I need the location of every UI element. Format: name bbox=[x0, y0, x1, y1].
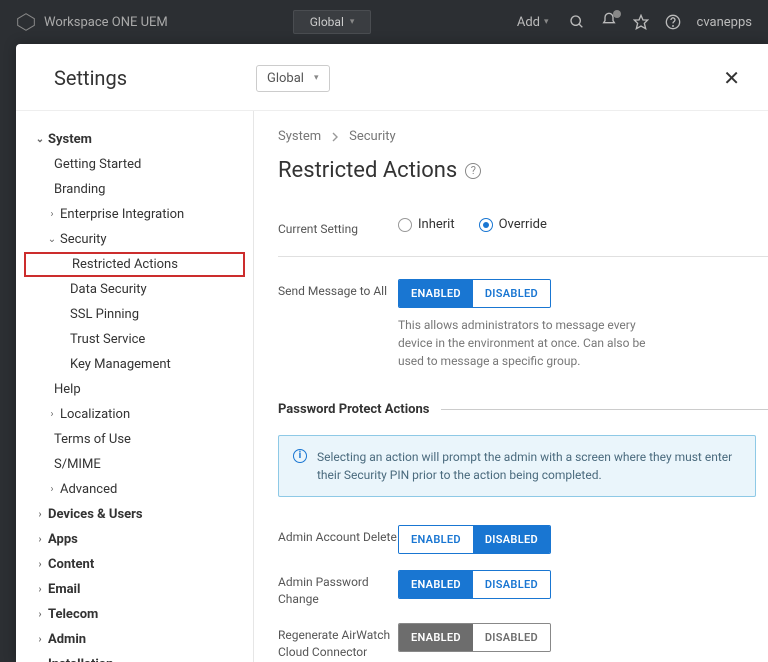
sidebar-item-advanced[interactable]: ›Advanced bbox=[24, 477, 245, 502]
topbar-org-group-label: Global bbox=[310, 15, 344, 29]
toggle-disabled[interactable]: DISABLED bbox=[473, 624, 550, 651]
send-message-all-toggle[interactable]: ENABLED DISABLED bbox=[398, 279, 551, 308]
topbar-org-group-dropdown[interactable]: Global ▾ bbox=[293, 10, 372, 34]
search-icon[interactable] bbox=[569, 14, 585, 30]
sidebar-item-smime[interactable]: S/MIME bbox=[24, 452, 245, 477]
chevron-down-icon: ▾ bbox=[314, 73, 319, 83]
sidebar-item-data-security[interactable]: Data Security bbox=[24, 277, 245, 302]
chevron-down-icon: ▾ bbox=[544, 17, 549, 27]
toggle-disabled[interactable]: DISABLED bbox=[473, 571, 550, 598]
admin-password-change-toggle[interactable]: ENABLED DISABLED bbox=[398, 570, 551, 599]
sidebar-item-devices-users[interactable]: ›Devices & Users bbox=[24, 502, 245, 527]
modal-title: Settings bbox=[54, 66, 234, 90]
current-user-label[interactable]: cvanepps bbox=[697, 15, 752, 30]
breadcrumb-security[interactable]: Security bbox=[349, 129, 396, 144]
regenerate-cert-toggle[interactable]: ENABLED DISABLED bbox=[398, 623, 551, 652]
sidebar-item-apps[interactable]: ›Apps bbox=[24, 527, 245, 552]
app-topbar: Workspace ONE UEM Global ▾ Add ▾ cvanepp… bbox=[0, 0, 768, 44]
sidebar-item-ssl-pinning[interactable]: SSL Pinning bbox=[24, 302, 245, 327]
regenerate-cert-row: Regenerate AirWatch Cloud Connector Cert… bbox=[278, 615, 768, 662]
sidebar-item-getting-started[interactable]: Getting Started bbox=[24, 152, 245, 177]
chevron-right-icon: › bbox=[34, 584, 46, 595]
sidebar-item-enterprise-integration[interactable]: ›Enterprise Integration bbox=[24, 202, 245, 227]
workspace-one-logo-icon bbox=[16, 12, 36, 32]
info-text: Selecting an action will prompt the admi… bbox=[317, 448, 741, 484]
product-name: Workspace ONE UEM bbox=[44, 15, 168, 30]
radio-override[interactable]: Override bbox=[479, 217, 547, 232]
chevron-right-icon: › bbox=[34, 534, 46, 545]
settings-sidebar: ⌄System Getting Started Branding ›Enterp… bbox=[16, 111, 254, 662]
page-title: Restricted Actions ? bbox=[278, 158, 768, 183]
toggle-enabled[interactable]: ENABLED bbox=[399, 624, 473, 651]
notifications-icon[interactable] bbox=[601, 12, 617, 32]
radio-inherit[interactable]: Inherit bbox=[398, 217, 455, 232]
sidebar-item-admin[interactable]: ›Admin bbox=[24, 627, 245, 652]
sidebar-item-security[interactable]: ⌄Security bbox=[24, 227, 245, 252]
sidebar-item-terms-of-use[interactable]: Terms of Use bbox=[24, 427, 245, 452]
sidebar-item-telecom[interactable]: ›Telecom bbox=[24, 602, 245, 627]
admin-account-delete-row: Admin Account Delete ENABLED DISABLED bbox=[278, 517, 768, 562]
star-icon[interactable] bbox=[633, 14, 649, 30]
toggle-enabled[interactable]: ENABLED bbox=[399, 280, 473, 307]
chevron-down-icon: ⌄ bbox=[46, 234, 58, 245]
sidebar-item-trust-service[interactable]: Trust Service bbox=[24, 327, 245, 352]
sidebar-item-system[interactable]: ⌄System bbox=[24, 127, 245, 152]
regenerate-cert-label: Regenerate AirWatch Cloud Connector Cert… bbox=[278, 623, 398, 662]
breadcrumb: System Security bbox=[278, 129, 768, 144]
chevron-right-icon: › bbox=[34, 609, 46, 620]
settings-content: System Security Restricted Actions ? Cur… bbox=[254, 111, 768, 662]
help-icon[interactable] bbox=[665, 14, 681, 30]
admin-account-delete-label: Admin Account Delete bbox=[278, 525, 398, 546]
divider bbox=[278, 256, 768, 257]
modal-org-group-label: Global bbox=[267, 71, 304, 86]
info-icon: i bbox=[293, 449, 307, 463]
chevron-right-icon: › bbox=[46, 209, 58, 220]
current-setting-label: Current Setting bbox=[278, 217, 398, 238]
close-icon[interactable]: ✕ bbox=[719, 62, 744, 94]
sidebar-item-localization[interactable]: ›Localization bbox=[24, 402, 245, 427]
chevron-right-icon: › bbox=[34, 509, 46, 520]
breadcrumb-system[interactable]: System bbox=[278, 129, 321, 144]
admin-account-delete-toggle[interactable]: ENABLED DISABLED bbox=[398, 525, 551, 554]
modal-org-group-dropdown[interactable]: Global ▾ bbox=[256, 65, 330, 92]
sidebar-item-help[interactable]: Help bbox=[24, 377, 245, 402]
toggle-enabled[interactable]: ENABLED bbox=[399, 526, 473, 553]
admin-password-change-label: Admin Password Change bbox=[278, 570, 398, 608]
help-circle-icon[interactable]: ? bbox=[465, 163, 481, 179]
toggle-disabled[interactable]: DISABLED bbox=[473, 526, 550, 553]
sidebar-item-key-management[interactable]: Key Management bbox=[24, 352, 245, 377]
sidebar-item-restricted-actions[interactable]: Restricted Actions bbox=[24, 252, 245, 277]
chevron-right-icon: › bbox=[46, 484, 58, 495]
toggle-disabled[interactable]: DISABLED bbox=[473, 280, 550, 307]
sidebar-item-content[interactable]: ›Content bbox=[24, 552, 245, 577]
settings-modal: Settings Global ▾ ✕ ⌄System Getting Star… bbox=[16, 44, 768, 662]
modal-header: Settings Global ▾ ✕ bbox=[16, 44, 768, 111]
current-setting-row: Current Setting Inherit Override bbox=[278, 209, 768, 246]
chevron-right-icon: › bbox=[34, 559, 46, 570]
sidebar-item-installation[interactable]: ›Installation bbox=[24, 652, 245, 662]
sidebar-item-email[interactable]: ›Email bbox=[24, 577, 245, 602]
add-menu[interactable]: Add ▾ bbox=[517, 15, 549, 30]
send-message-all-label: Send Message to All bbox=[278, 279, 398, 300]
info-box: i Selecting an action will prompt the ad… bbox=[278, 435, 756, 497]
toggle-enabled[interactable]: ENABLED bbox=[399, 571, 473, 598]
admin-password-change-row: Admin Password Change ENABLED DISABLED bbox=[278, 562, 768, 616]
send-message-all-help: This allows administrators to message ev… bbox=[398, 316, 658, 370]
chevron-right-icon: › bbox=[46, 409, 58, 420]
add-label: Add bbox=[517, 15, 540, 30]
password-protect-section: Password Protect Actions bbox=[278, 402, 768, 417]
chevron-right-icon: › bbox=[34, 634, 46, 645]
send-message-all-row: Send Message to All ENABLED DISABLED Thi… bbox=[278, 271, 768, 378]
sidebar-item-branding[interactable]: Branding bbox=[24, 177, 245, 202]
chevron-down-icon: ▾ bbox=[350, 17, 355, 27]
chevron-right-icon bbox=[331, 132, 339, 142]
chevron-down-icon: ⌄ bbox=[34, 134, 46, 145]
